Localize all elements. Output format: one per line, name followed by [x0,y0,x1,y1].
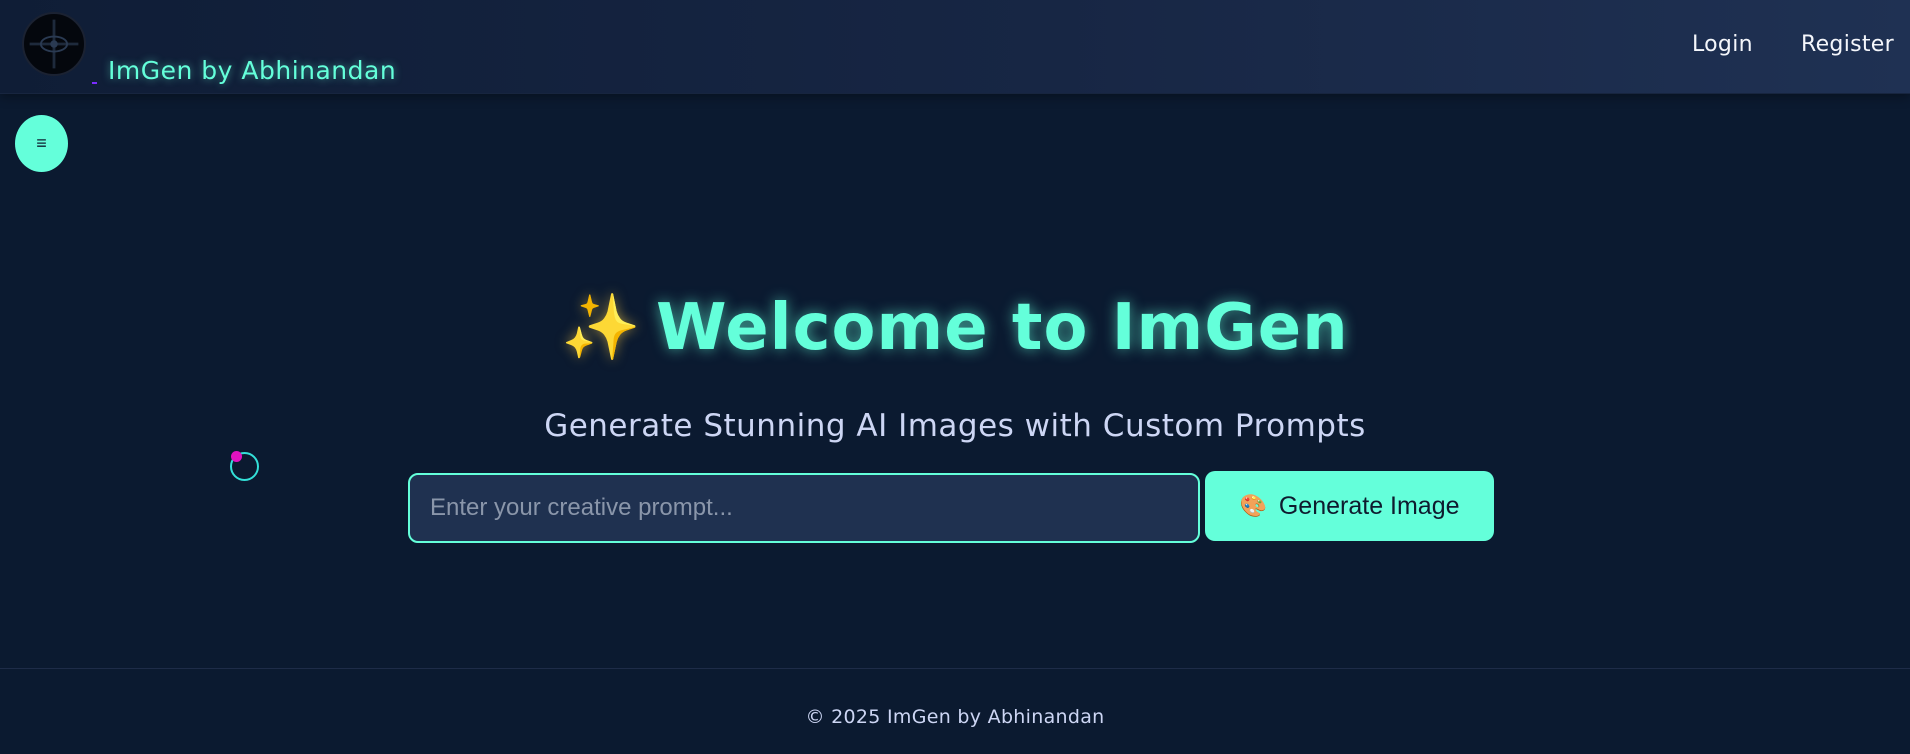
cursor-dot [231,451,242,462]
hero-title-text: Welcome to ImGen [655,291,1349,365]
sparkles-icon: ✨ [561,291,642,365]
hero-subtitle: Generate Stunning AI Images with Custom … [544,408,1366,444]
logo-eye-emblem-icon[interactable] [22,12,86,76]
top-header: ImGen by Abhinandan Login Register [0,0,1910,94]
brand-accent-dot [92,82,97,84]
hero-title: ✨ Welcome to ImGen [0,290,1910,365]
login-link[interactable]: Login [1692,32,1753,57]
palette-icon: 🎨 [1239,493,1267,518]
prompt-input[interactable] [408,473,1200,543]
generate-image-button[interactable]: 🎨 Generate Image [1205,471,1494,541]
menu-icon: ≡ [36,133,47,153]
register-link[interactable]: Register [1801,32,1894,57]
generate-image-label: Generate Image [1278,491,1460,520]
footer-divider [0,668,1910,669]
sidebar-toggle-button[interactable]: ≡ [15,115,68,172]
brand-title[interactable]: ImGen by Abhinandan [108,56,396,85]
footer-copyright: © 2025 ImGen by Abhinandan [805,706,1105,728]
